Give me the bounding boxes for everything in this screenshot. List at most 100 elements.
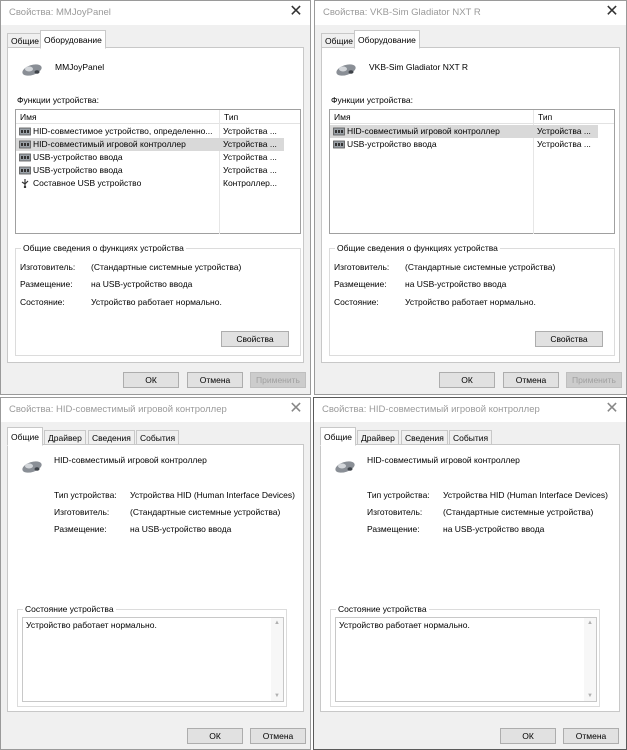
hid-device-icon <box>19 140 31 149</box>
tab-driver[interactable]: Драйвер <box>44 430 86 445</box>
column-header-type[interactable]: Тип <box>224 112 238 122</box>
cancel-button[interactable]: Отмена <box>250 728 306 744</box>
close-icon[interactable]: ✕ <box>602 399 622 419</box>
column-header-name[interactable]: Имя <box>334 112 351 122</box>
device-type-label: Тип устройства: <box>54 490 117 500</box>
properties-window-mmjoypanel: Свойства: MMJoyPanel ✕ Общие Оборудовани… <box>0 0 311 395</box>
tab-details[interactable]: Сведения <box>88 430 135 445</box>
gamepad-icon <box>335 461 355 473</box>
window-title: Свойства: MMJoyPanel <box>9 7 111 18</box>
row-type: Устройства ... <box>223 139 277 149</box>
properties-window-hid-controller-left: Свойства: HID-совместимый игровой контро… <box>0 397 311 750</box>
general-panel: HID-совместимый игровой контроллер Тип у… <box>7 444 304 712</box>
apply-button[interactable]: Применить <box>250 372 306 388</box>
status-label: Состояние: <box>334 297 379 307</box>
properties-window-hid-controller-right: Свойства: HID-совместимый игровой контро… <box>313 397 627 750</box>
list-item-selected[interactable]: HID-совместимый игровой контроллер Устро… <box>16 138 284 151</box>
manufacturer-value: (Стандартные системные устройства) <box>443 507 594 517</box>
status-textbox[interactable]: Устройство работает нормально. ▲ ▼ <box>335 617 597 702</box>
location-label: Размещение: <box>54 524 107 534</box>
scroll-up-icon[interactable]: ▲ <box>584 618 596 628</box>
location-label: Размещение: <box>367 524 420 534</box>
device-summary-group: Общие сведения о функциях устройства Изг… <box>15 243 301 356</box>
location-label: Размещение: <box>334 279 387 289</box>
device-status-group: Состояние устройства Устройство работает… <box>330 604 600 707</box>
close-icon[interactable]: ✕ <box>286 2 306 22</box>
hid-device-icon <box>19 166 31 175</box>
ok-button[interactable]: ОК <box>439 372 495 388</box>
device-functions-label: Функции устройства: <box>331 95 414 105</box>
scrollbar[interactable]: ▲ ▼ <box>584 618 596 701</box>
ok-button[interactable]: ОК <box>500 728 556 744</box>
gamepad-icon <box>336 64 356 76</box>
manufacturer-value: (Стандартные системные устройства) <box>91 262 242 272</box>
device-name: VKB-Sim Gladiator NXT R <box>369 62 469 72</box>
apply-button[interactable]: Применить <box>566 372 622 388</box>
device-summary-group: Общие сведения о функциях устройства Изг… <box>329 243 615 356</box>
location-value: на USB-устройство ввода <box>130 524 232 534</box>
list-item[interactable]: USB-устройство ввода Устройства ... <box>16 151 284 164</box>
group-title: Состояние устройства <box>336 604 429 614</box>
close-icon[interactable]: ✕ <box>286 399 306 419</box>
list-item[interactable]: USB-устройство ввода Устройства ... <box>16 164 284 177</box>
device-functions-label: Функции устройства: <box>17 95 100 105</box>
row-type: Устройства ... <box>223 152 277 162</box>
row-type: Устройства ... <box>537 126 591 136</box>
ok-button[interactable]: ОК <box>187 728 243 744</box>
tab-details[interactable]: Сведения <box>401 430 448 445</box>
row-name: USB-устройство ввода <box>33 165 123 175</box>
properties-window-vkb: Свойства: VKB-Sim Gladiator NXT R ✕ Общи… <box>314 0 627 395</box>
hid-device-icon <box>19 153 31 162</box>
window-title: Свойства: HID-совместимый игровой контро… <box>9 404 227 415</box>
tab-hardware[interactable]: Оборудование <box>40 30 106 49</box>
cancel-button[interactable]: Отмена <box>187 372 243 388</box>
location-value: на USB-устройство ввода <box>91 279 193 289</box>
manufacturer-label: Изготовитель: <box>367 507 423 517</box>
cancel-button[interactable]: Отмена <box>503 372 559 388</box>
scroll-down-icon[interactable]: ▼ <box>271 691 283 701</box>
tab-general[interactable]: Общие <box>7 427 43 446</box>
tab-driver[interactable]: Драйвер <box>357 430 399 445</box>
scrollbar[interactable]: ▲ ▼ <box>271 618 283 701</box>
list-item[interactable]: HID-совместимое устройство, определенно.… <box>16 125 284 138</box>
hid-device-icon <box>333 140 345 149</box>
properties-button[interactable]: Свойства <box>535 331 603 347</box>
column-header-type[interactable]: Тип <box>538 112 552 122</box>
title-bar[interactable]: Свойства: HID-совместимый игровой контро… <box>314 398 626 422</box>
hid-device-icon <box>19 127 31 136</box>
gamepad-icon <box>22 461 42 473</box>
list-item-selected[interactable]: HID-совместимый игровой контроллер Устро… <box>330 125 598 138</box>
scroll-down-icon[interactable]: ▼ <box>584 691 596 701</box>
tab-hardware[interactable]: Оборудование <box>354 30 420 49</box>
tab-general[interactable]: Общие <box>321 33 357 48</box>
title-bar[interactable]: Свойства: MMJoyPanel ✕ <box>1 1 310 25</box>
title-bar[interactable]: Свойства: HID-совместимый игровой контро… <box>1 398 310 422</box>
ok-button[interactable]: ОК <box>123 372 179 388</box>
tab-general[interactable]: Общие <box>320 427 356 446</box>
manufacturer-label: Изготовитель: <box>20 262 76 272</box>
device-functions-list[interactable]: Имя Тип HID-совместимое устройство, опре… <box>15 109 301 234</box>
hardware-panel: MMJoyPanel Функции устройства: Имя Тип H… <box>7 47 304 363</box>
row-type: Устройства ... <box>223 165 277 175</box>
group-title: Общие сведения о функциях устройства <box>21 243 186 253</box>
gamepad-icon <box>22 64 42 76</box>
tab-events[interactable]: События <box>136 430 180 445</box>
cancel-button[interactable]: Отмена <box>563 728 619 744</box>
list-item[interactable]: Составное USB устройство Контроллер... <box>16 177 284 190</box>
status-textbox[interactable]: Устройство работает нормально. ▲ ▼ <box>22 617 284 702</box>
close-icon[interactable]: ✕ <box>602 2 622 22</box>
list-item[interactable]: USB-устройство ввода Устройства ... <box>330 138 598 151</box>
tab-events[interactable]: События <box>449 430 493 445</box>
manufacturer-label: Изготовитель: <box>334 262 390 272</box>
title-bar[interactable]: Свойства: VKB-Sim Gladiator NXT R ✕ <box>315 1 626 25</box>
properties-button[interactable]: Свойства <box>221 331 289 347</box>
column-header-name[interactable]: Имя <box>20 112 37 122</box>
device-functions-list[interactable]: Имя Тип HID-совместимый игровой контролл… <box>329 109 615 234</box>
scroll-up-icon[interactable]: ▲ <box>271 618 283 628</box>
group-title: Общие сведения о функциях устройства <box>335 243 500 253</box>
tab-general[interactable]: Общие <box>7 33 43 48</box>
location-value: на USB-устройство ввода <box>443 524 545 534</box>
status-value: Устройство работает нормально. <box>91 297 222 307</box>
status-label: Состояние: <box>20 297 65 307</box>
row-type: Контроллер... <box>223 178 277 188</box>
